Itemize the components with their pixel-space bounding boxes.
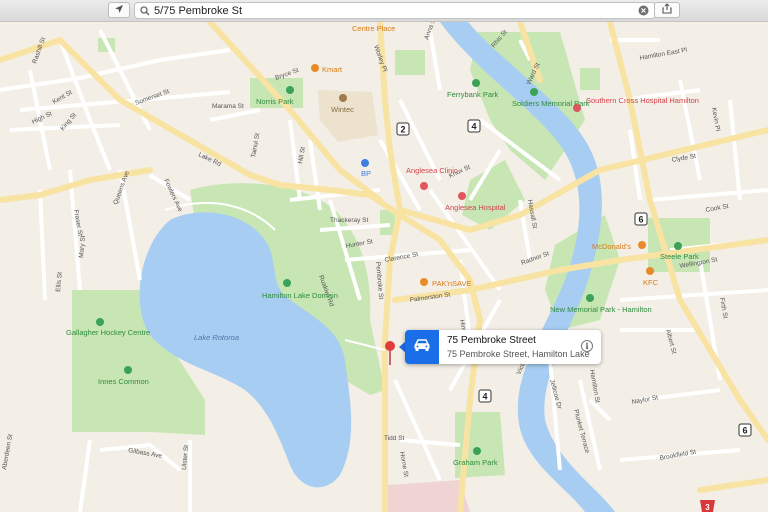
location-pin-icon[interactable] <box>385 341 395 351</box>
new-memorial-park-pin-icon[interactable] <box>586 294 594 302</box>
car-icon <box>413 338 431 357</box>
kmart-pin-icon[interactable] <box>311 64 319 72</box>
small-park-area <box>395 50 425 75</box>
map-canvas[interactable]: 2 4 4 6 6 3 Rashill St Kent St High St K… <box>0 22 768 512</box>
info-icon[interactable]: i <box>581 340 593 352</box>
place-label: Soldiers Memorial Park <box>512 99 590 108</box>
anglesea-hospital-pin-icon[interactable] <box>458 192 466 200</box>
place-label: Wintec <box>331 105 354 114</box>
small-park-area <box>580 68 600 90</box>
route-shield: 2 <box>396 122 410 136</box>
route-shield: 4 <box>478 389 492 403</box>
route-shield: 3 <box>700 500 715 512</box>
graham-park-pin-icon[interactable] <box>473 447 481 455</box>
route-shield: 6 <box>738 423 752 437</box>
current-location-button[interactable] <box>108 2 130 18</box>
location-callout[interactable]: 75 Pembroke Street 75 Pembroke Street, H… <box>405 330 601 364</box>
callout-address: 75 Pembroke Street, Hamilton Lake <box>447 349 590 359</box>
place-label: Lake Rotoroa <box>194 333 239 342</box>
callout-title: 75 Pembroke Street <box>447 335 536 346</box>
place-label: Hamilton Lake Domain <box>262 291 338 300</box>
ferrybank-park-pin-icon[interactable] <box>472 79 480 87</box>
map-toolbar: 5/75 Pembroke St <box>0 0 768 22</box>
place-label: Steele Park <box>660 252 699 261</box>
street-label: Thackeray St <box>330 217 368 224</box>
innes-common-pin-icon[interactable] <box>124 366 132 374</box>
share-button[interactable] <box>654 2 680 18</box>
soldiers-memorial-park-pin-icon[interactable] <box>530 88 538 96</box>
route-shield-label: 4 <box>482 392 487 402</box>
route-shield: 4 <box>467 119 481 133</box>
place-label: Anglesea Clinic <box>406 166 458 175</box>
directions-button[interactable] <box>405 330 439 364</box>
place-label: Anglesea Hospital <box>445 203 506 212</box>
share-icon <box>662 1 672 19</box>
place-label: New Memorial Park - Hamilton <box>550 305 652 314</box>
place-label: KFC <box>643 278 659 287</box>
place-label: Norris Park <box>256 97 294 106</box>
route-shield-label: 6 <box>742 426 747 436</box>
hamilton-lake-domain-pin-icon[interactable] <box>283 279 291 287</box>
place-label: Kmart <box>322 65 343 74</box>
route-shield-label: 6 <box>638 215 643 225</box>
route-shield-label: 2 <box>400 125 405 135</box>
place-label: BP <box>361 169 371 178</box>
street-label: Marama St <box>212 103 244 110</box>
route-shield-label: 3 <box>705 503 710 512</box>
search-input[interactable]: 5/75 Pembroke St <box>154 5 242 17</box>
place-label: Graham Park <box>453 458 498 467</box>
anglesea-clinic-pin-icon[interactable] <box>420 182 428 190</box>
clear-icon[interactable] <box>638 5 649 16</box>
place-label: Innes Common <box>98 377 149 386</box>
street-label: Tidd St <box>384 435 405 442</box>
place-label: PAK'nSAVE <box>432 279 472 288</box>
location-arrow-icon <box>114 1 124 19</box>
place-label: McDonald's <box>592 242 631 251</box>
mcdonalds-pin-icon[interactable] <box>638 241 646 249</box>
wintec-pin-icon[interactable] <box>339 94 347 102</box>
hospital-area <box>385 480 470 512</box>
norris-park-pin-icon[interactable] <box>286 86 294 94</box>
bp-pin-icon[interactable] <box>361 159 369 167</box>
place-label: Centre Place <box>352 24 395 33</box>
place-label: Ferrybank Park <box>447 90 499 99</box>
route-shield-label: 4 <box>471 122 476 132</box>
gallagher-hockey-centre-pin-icon[interactable] <box>96 318 104 326</box>
kfc-pin-icon[interactable] <box>646 267 654 275</box>
paknsave-pin-icon[interactable] <box>420 278 428 286</box>
search-icon <box>140 5 150 16</box>
place-label: Gallagher Hockey Centre <box>66 328 150 337</box>
route-shield: 6 <box>634 212 648 226</box>
steele-park-pin-icon[interactable] <box>674 242 682 250</box>
search-field[interactable]: 5/75 Pembroke St <box>134 2 656 19</box>
place-label: Southern Cross Hospital Hamilton <box>586 96 699 105</box>
